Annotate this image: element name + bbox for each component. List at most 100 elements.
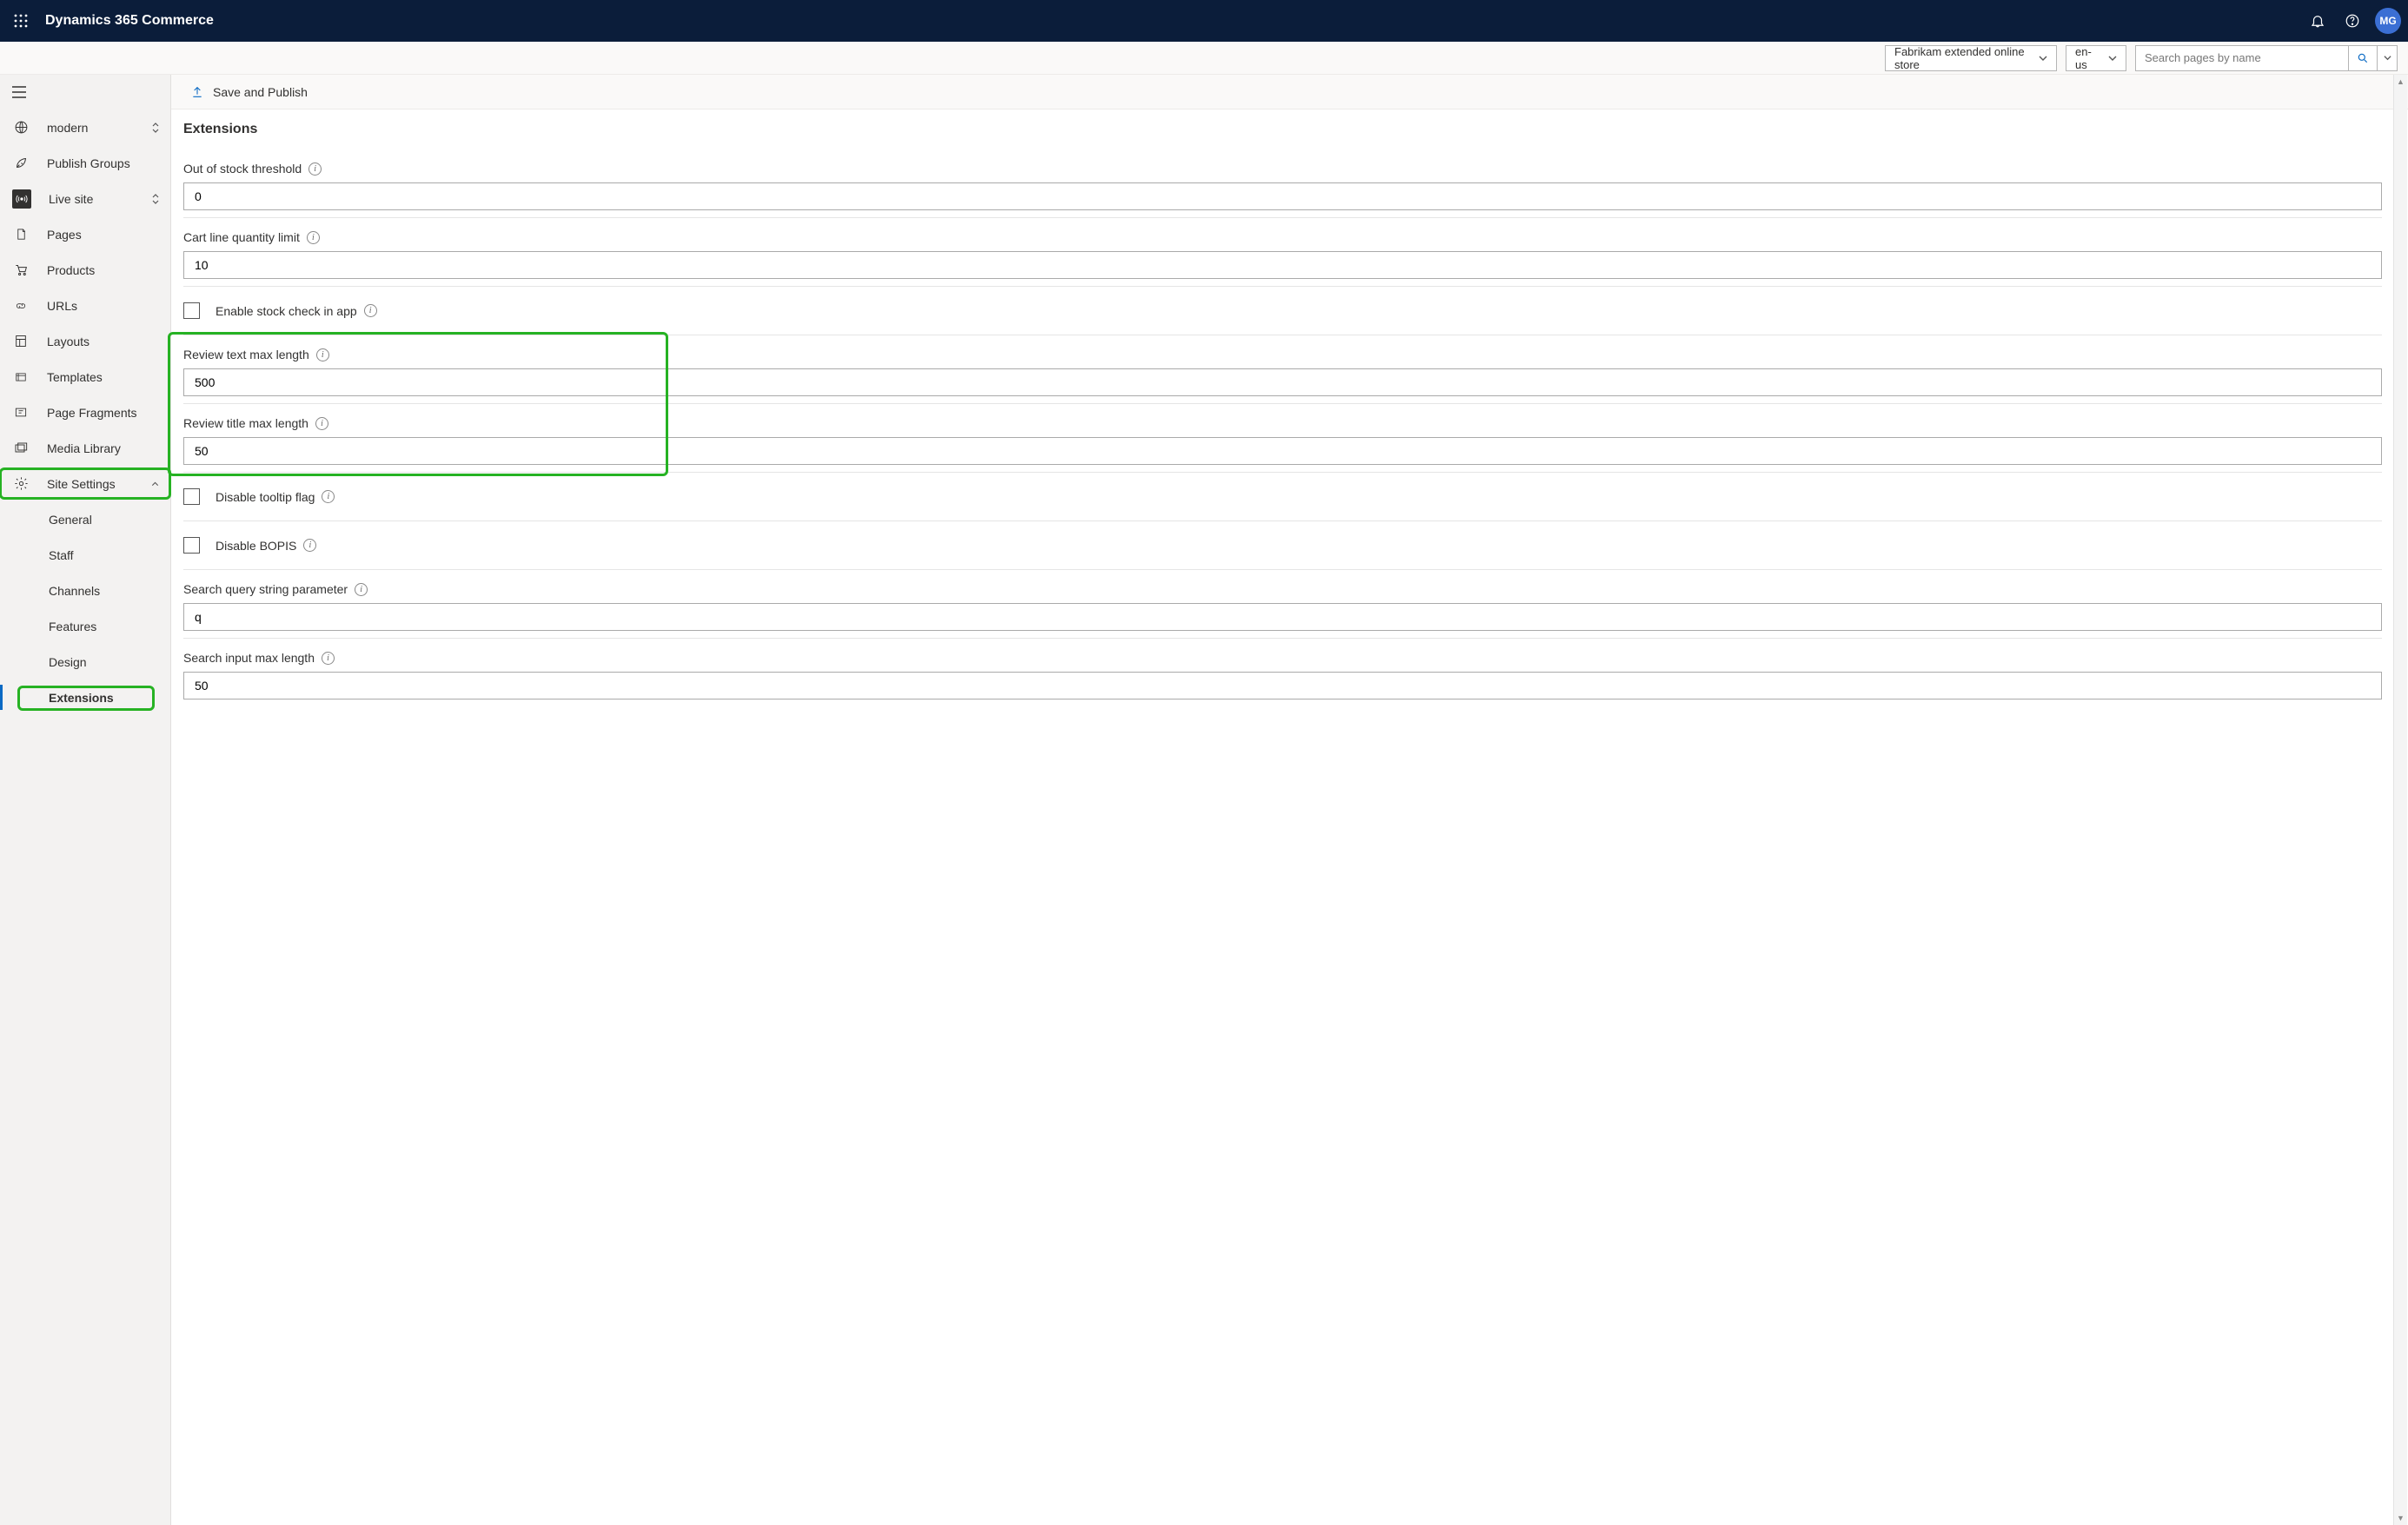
field-label: Search input max length i bbox=[183, 651, 2382, 665]
chevron-up-icon bbox=[150, 481, 160, 487]
review-text-max-length-input[interactable] bbox=[183, 368, 2382, 396]
search-group bbox=[2135, 45, 2398, 71]
link-icon bbox=[12, 300, 30, 312]
field-label: Review title max length i bbox=[183, 416, 2382, 430]
scroll-up-icon[interactable]: ▲ bbox=[2394, 75, 2407, 89]
info-icon[interactable]: i bbox=[355, 583, 368, 596]
broadcast-icon bbox=[12, 189, 31, 209]
sidebar-item-templates[interactable]: Templates bbox=[0, 359, 170, 395]
disable-bopis-checkbox[interactable] bbox=[183, 537, 200, 554]
sidebar-subitem-channels[interactable]: Channels bbox=[0, 573, 170, 608]
sidebar-item-label: Live site bbox=[49, 192, 93, 206]
sidebar-item-label: Media Library bbox=[47, 441, 121, 455]
info-icon[interactable]: i bbox=[316, 348, 329, 361]
sidebar-item-site-switcher[interactable]: modern bbox=[0, 109, 170, 145]
sidebar-item-label: Site Settings bbox=[47, 477, 116, 491]
sidebar-item-label: URLs bbox=[47, 299, 77, 313]
app-launcher-icon[interactable] bbox=[7, 7, 35, 35]
field-review-text-max-length: Review text max length i bbox=[183, 335, 2382, 404]
search-button[interactable] bbox=[2348, 45, 2377, 71]
search-more-button[interactable] bbox=[2377, 45, 2398, 71]
store-dropdown[interactable]: Fabrikam extended online store bbox=[1885, 45, 2057, 71]
enable-stock-check-checkbox[interactable] bbox=[183, 302, 200, 319]
sidebar-item-products[interactable]: Products bbox=[0, 252, 170, 288]
sidebar-toggle-icon[interactable] bbox=[0, 75, 170, 109]
globe-icon bbox=[12, 120, 30, 135]
sidebar-item-label: Page Fragments bbox=[47, 406, 137, 420]
sidebar-subitem-general[interactable]: General bbox=[0, 501, 170, 537]
sidebar-subitem-staff[interactable]: Staff bbox=[0, 537, 170, 573]
sidebar-item-site-settings[interactable]: Site Settings bbox=[0, 466, 170, 501]
field-enable-stock-check: Enable stock check in app i bbox=[183, 287, 2382, 335]
search-input-max-length-input[interactable] bbox=[183, 672, 2382, 700]
user-avatar[interactable]: MG bbox=[2375, 8, 2401, 34]
sidebar-item-live-site[interactable]: Live site bbox=[0, 181, 170, 216]
cart-line-quantity-limit-input[interactable] bbox=[183, 251, 2382, 279]
main-area: Save and Publish Extensions Out of stock… bbox=[171, 75, 2408, 1525]
app-brand: Dynamics 365 Commerce bbox=[45, 13, 214, 29]
notifications-icon[interactable] bbox=[2300, 3, 2335, 38]
sidebar-item-media-library[interactable]: Media Library bbox=[0, 430, 170, 466]
field-disable-tooltip-flag: Disable tooltip flag i bbox=[183, 473, 2382, 521]
field-label: Disable BOPIS i bbox=[216, 539, 316, 553]
scroll-down-icon[interactable]: ▼ bbox=[2394, 1511, 2407, 1525]
info-icon[interactable]: i bbox=[315, 417, 328, 430]
sidebar-item-label: modern bbox=[47, 121, 88, 135]
info-icon[interactable]: i bbox=[322, 490, 335, 503]
field-label: Disable tooltip flag i bbox=[216, 490, 335, 504]
out-of-stock-threshold-input[interactable] bbox=[183, 182, 2382, 210]
template-icon bbox=[12, 371, 30, 383]
sidebar-item-layouts[interactable]: Layouts bbox=[0, 323, 170, 359]
field-search-input-max-length: Search input max length i bbox=[183, 639, 2382, 706]
language-dropdown[interactable]: en-us bbox=[2066, 45, 2126, 71]
field-label: Enable stock check in app i bbox=[216, 304, 377, 318]
field-out-of-stock-threshold: Out of stock threshold i bbox=[183, 149, 2382, 218]
field-label: Review text max length i bbox=[183, 348, 2382, 361]
sidebar-item-urls[interactable]: URLs bbox=[0, 288, 170, 323]
chevron-down-icon bbox=[2108, 54, 2117, 63]
save-publish-button[interactable]: Save and Publish bbox=[213, 85, 308, 99]
disable-tooltip-flag-checkbox[interactable] bbox=[183, 488, 200, 505]
sort-icon bbox=[151, 193, 160, 205]
search-input[interactable] bbox=[2135, 45, 2348, 71]
sidebar-item-page-fragments[interactable]: Page Fragments bbox=[0, 395, 170, 430]
sidebar-item-label: Products bbox=[47, 263, 95, 277]
sidebar-item-label: Layouts bbox=[47, 335, 90, 348]
help-icon[interactable] bbox=[2335, 3, 2370, 38]
info-icon[interactable]: i bbox=[322, 652, 335, 665]
sidebar: modern Publish Groups Live site Pa bbox=[0, 75, 171, 1525]
info-icon[interactable]: i bbox=[308, 162, 322, 176]
chevron-down-icon bbox=[2039, 54, 2047, 63]
media-icon bbox=[12, 441, 30, 455]
field-label: Cart line quantity limit i bbox=[183, 230, 2382, 244]
info-icon[interactable]: i bbox=[364, 304, 377, 317]
upload-icon bbox=[190, 85, 204, 99]
language-dropdown-value: en-us bbox=[2075, 45, 2101, 71]
info-icon[interactable]: i bbox=[307, 231, 320, 244]
info-icon[interactable]: i bbox=[303, 539, 316, 552]
review-title-max-length-input[interactable] bbox=[183, 437, 2382, 465]
sidebar-subitem-extensions[interactable]: Extensions bbox=[0, 680, 170, 715]
field-search-query-string-parameter: Search query string parameter i bbox=[183, 570, 2382, 639]
command-bar: Save and Publish bbox=[171, 75, 2408, 109]
sidebar-item-publish-groups[interactable]: Publish Groups bbox=[0, 145, 170, 181]
store-dropdown-value: Fabrikam extended online store bbox=[1894, 45, 2032, 71]
fragment-icon bbox=[12, 406, 30, 419]
field-label: Out of stock threshold i bbox=[183, 162, 2382, 176]
vertical-scrollbar[interactable]: ▲ ▼ bbox=[2393, 75, 2407, 1525]
content-area: Extensions Out of stock threshold i Cart… bbox=[171, 109, 2408, 1525]
sidebar-item-pages[interactable]: Pages bbox=[0, 216, 170, 252]
sort-icon bbox=[151, 122, 160, 134]
page-subheader: Fabrikam extended online store en-us bbox=[0, 42, 2408, 75]
sidebar-subitem-design[interactable]: Design bbox=[0, 644, 170, 680]
search-query-string-parameter-input[interactable] bbox=[183, 603, 2382, 631]
sidebar-subitem-features[interactable]: Features bbox=[0, 608, 170, 644]
rocket-icon bbox=[12, 156, 30, 170]
sidebar-item-label: Publish Groups bbox=[47, 156, 130, 170]
field-cart-line-quantity-limit: Cart line quantity limit i bbox=[183, 218, 2382, 287]
app-header: Dynamics 365 Commerce MG bbox=[0, 0, 2408, 42]
field-disable-bopis: Disable BOPIS i bbox=[183, 521, 2382, 570]
gear-icon bbox=[12, 476, 30, 491]
page-icon bbox=[12, 227, 30, 242]
sidebar-item-label: Templates bbox=[47, 370, 103, 384]
